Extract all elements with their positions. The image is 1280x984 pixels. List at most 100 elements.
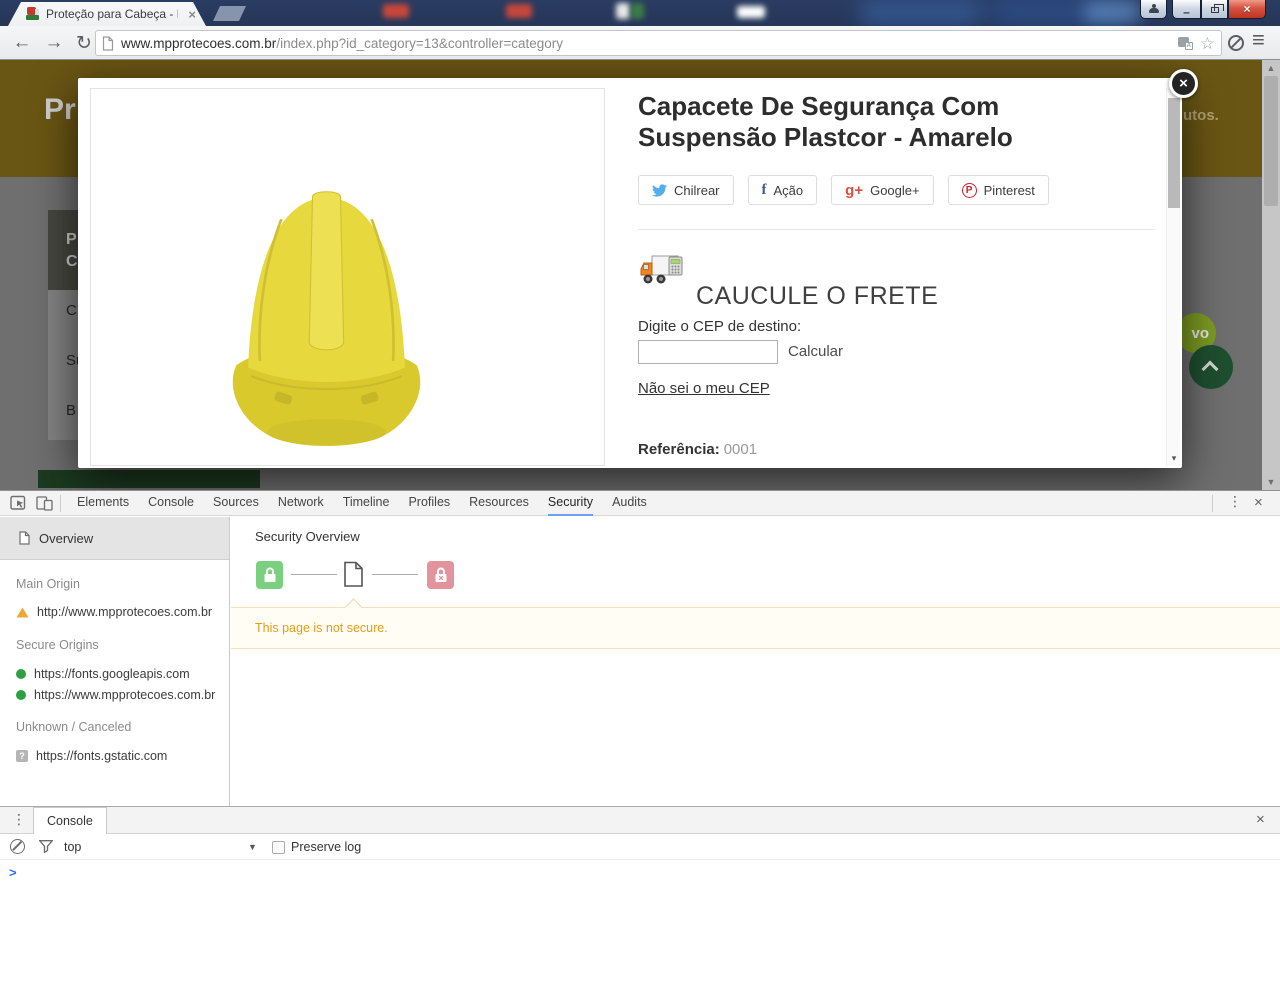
tab-profiles[interactable]: Profiles <box>408 491 450 516</box>
reload-button[interactable]: ↻ <box>70 29 98 57</box>
tab-audits[interactable]: Audits <box>612 491 647 516</box>
execution-context-selector[interactable]: top <box>64 840 81 854</box>
tab-sources[interactable]: Sources <box>213 491 259 516</box>
calculate-button[interactable]: Calcular <box>788 343 843 360</box>
reference-label: Referência: <box>638 441 720 458</box>
devtools-panel: Elements Console Sources Network Timelin… <box>0 490 1280 807</box>
back-button[interactable]: ← <box>8 29 36 57</box>
sidebar-overview-label: Overview <box>39 530 94 546</box>
translate-icon[interactable]: A <box>1177 36 1193 50</box>
devtools-toolbar: Elements Console Sources Network Timelin… <box>0 491 1280 516</box>
tab-security[interactable]: Security <box>547 491 594 516</box>
sidebar-origin-item[interactable]: http://www.mpprotecoes.com.br <box>16 605 212 619</box>
scrollbar-up-icon[interactable]: ▲ <box>1262 63 1280 73</box>
minimize-icon: – <box>1183 5 1190 19</box>
divider <box>638 229 1155 230</box>
chrome-menu-icon[interactable]: ≡ <box>1252 27 1265 53</box>
close-icon: × <box>1243 2 1251 16</box>
connector-line <box>291 574 337 575</box>
document-icon <box>19 531 30 545</box>
reference-row: Referência: 0001 <box>638 441 757 458</box>
share-twitter-button[interactable]: Chilrear <box>638 175 734 205</box>
unknown-cep-link[interactable]: Não sei o meu CEP <box>638 380 770 397</box>
google-plus-icon: g+ <box>845 181 864 199</box>
modal-close-button[interactable]: × <box>1169 69 1198 98</box>
origin-url: https://www.mpprotecoes.com.br <box>34 688 216 702</box>
browser-tab[interactable]: Proteção para Cabeça - M × <box>8 2 206 26</box>
unknown-icon: ? <box>16 750 28 762</box>
site-logo-fragment: Pr <box>44 93 76 126</box>
drawer-close-icon[interactable]: × <box>1256 811 1265 828</box>
sidebar-item-overview[interactable]: Overview <box>0 517 229 560</box>
close-window-button[interactable]: × <box>1228 0 1266 19</box>
desktop-blob <box>616 3 630 19</box>
page-scrollbar[interactable]: ▲ ▼ <box>1262 60 1280 490</box>
inspect-element-icon[interactable] <box>10 495 27 511</box>
sidebar-origin-item[interactable]: https://www.mpprotecoes.com.br <box>16 688 215 702</box>
url-bar[interactable]: www.mpprotecoes.com.br/index.php?id_cate… <box>95 30 1222 56</box>
facebook-icon: f <box>761 181 767 198</box>
share-label: Ação <box>773 182 804 198</box>
devtools-menu-icon[interactable]: ⋮ <box>1228 493 1242 510</box>
minimize-button[interactable]: – <box>1172 0 1201 19</box>
console-tab[interactable]: Console <box>33 807 107 834</box>
category-menu-item[interactable]: B <box>66 402 76 419</box>
new-tab-button[interactable] <box>213 6 246 21</box>
tab-close-icon[interactable]: × <box>188 8 196 21</box>
tab-console[interactable]: Console <box>148 491 194 516</box>
modal-scrollbar-down-icon[interactable]: ▾ <box>1167 453 1181 464</box>
tab-resources[interactable]: Resources <box>469 491 529 516</box>
filter-icon[interactable] <box>39 840 53 853</box>
sidebar-section-title: Unknown / Canceled <box>16 720 132 734</box>
cep-input[interactable] <box>638 340 778 364</box>
devtools-close-icon[interactable]: × <box>1254 494 1263 511</box>
scrollbar-down-icon[interactable]: ▼ <box>1262 477 1280 487</box>
maximize-button[interactable] <box>1201 0 1228 19</box>
forward-button[interactable]: → <box>40 29 68 57</box>
category-header-line: C <box>66 253 78 270</box>
drawer-menu-icon[interactable]: ⋮ <box>12 811 26 828</box>
share-facebook-button[interactable]: f Ação <box>747 175 818 205</box>
scrollbar-thumb[interactable] <box>1264 76 1278 206</box>
desktop-blob <box>506 4 532 18</box>
product-quickview-modal: Capacete De Segurança Com Suspensão Plas… <box>78 78 1182 468</box>
tab-elements[interactable]: Elements <box>77 491 129 516</box>
console-prompt-icon[interactable]: > <box>9 865 17 880</box>
preserve-log-checkbox[interactable] <box>272 841 285 854</box>
modal-scrollbar[interactable]: ▾ <box>1166 88 1180 466</box>
category-header-line: P <box>66 231 77 248</box>
console-drawer: ⋮ Console × top ▼ Preserve log > <box>0 806 1280 984</box>
scroll-to-top-button[interactable] <box>1189 345 1233 389</box>
secure-icon <box>16 669 26 679</box>
desktop-blob <box>631 3 644 19</box>
desktop-blob <box>1085 2 1140 22</box>
security-sidebar: Overview Main Origin http://www.mpprotec… <box>0 517 230 807</box>
pinterest-icon: P <box>961 182 977 198</box>
tab-network[interactable]: Network <box>278 491 324 516</box>
profile-button[interactable] <box>1140 0 1167 19</box>
sidebar-section-title: Main Origin <box>16 577 80 591</box>
security-panel: Overview Main Origin http://www.mpprotec… <box>0 517 1280 807</box>
share-pinterest-button[interactable]: P Pinterest <box>947 175 1049 205</box>
sidebar-origin-item[interactable]: https://fonts.googleapis.com <box>16 667 190 681</box>
tab-timeline[interactable]: Timeline <box>343 491 390 516</box>
category-menu-item[interactable]: C <box>66 302 77 319</box>
bookmark-star-icon[interactable]: ☆ <box>1200 35 1215 52</box>
insecure-lock-icon <box>427 561 454 589</box>
product-title: Capacete De Segurança Com Suspensão Plas… <box>638 91 1013 152</box>
clear-console-icon[interactable] <box>10 839 25 854</box>
modal-scrollbar-thumb[interactable] <box>1168 98 1180 208</box>
origin-url: https://fonts.gstatic.com <box>36 749 168 763</box>
product-image-helmet <box>232 191 421 446</box>
share-googleplus-button[interactable]: g+ Google+ <box>831 175 934 205</box>
url-text: www.mpprotecoes.com.br/index.php?id_cate… <box>121 36 1178 51</box>
device-toolbar-icon[interactable] <box>36 495 53 511</box>
context-dropdown-icon[interactable]: ▼ <box>248 842 257 852</box>
cep-label: Digite o CEP de destino: <box>638 318 802 335</box>
security-status-message: This page is not secure. <box>255 621 388 635</box>
content-blocked-icon[interactable] <box>1228 35 1244 51</box>
sidebar-origin-item[interactable]: ? https://fonts.gstatic.com <box>16 749 167 763</box>
page-green-button <box>38 470 260 488</box>
freight-truck-icon <box>640 255 683 284</box>
secure-icon <box>16 690 26 700</box>
